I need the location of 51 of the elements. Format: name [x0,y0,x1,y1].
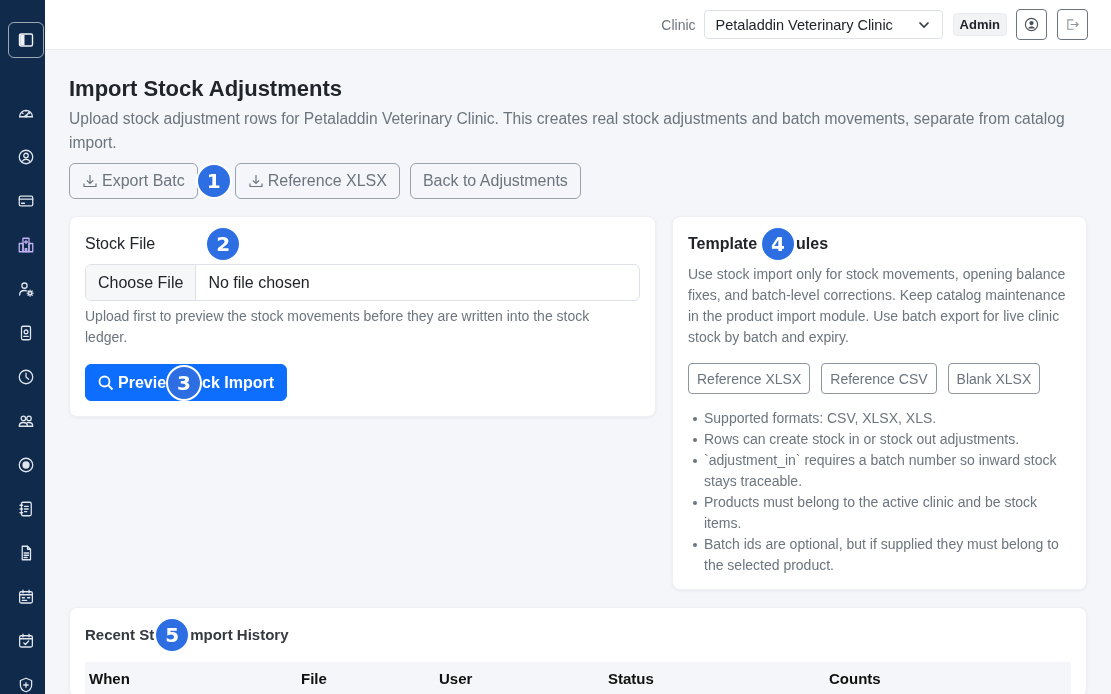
profile-button[interactable] [1016,9,1047,40]
template-download-button[interactable]: Reference XLSX [688,363,811,394]
column-header: File [301,669,328,689]
bullet-icon [693,438,697,442]
rule-text: Supported formats: CSV, XLSX, XLS. [704,409,938,428]
rule-text: Products must belong to the active clinic and be stock items. [704,493,1039,533]
column-header: Counts [829,669,882,689]
page-description: Upload stock adjustment rows for Petaladdin Veterinary Clinic. This creates real stock adjustments and batch movements, separate from catalog import. [69,109,1066,153]
annotation-marker: 2 [205,226,242,262]
bullet-icon [693,501,697,505]
column-header: When [89,669,131,689]
choose-file-button[interactable]: Choose File [86,265,197,300]
card-title: mport History [190,625,289,645]
card-title: ules [796,234,829,254]
action-button[interactable]: Export Batc [69,163,198,199]
card-description: Use stock import only for stock movements, opening balance fixes, and batch-level corrections. Keep catalog maintenance in the product import module. Use batch export for live clinic stock by batch and expiry. [688,265,1067,347]
role-badge: Admin [952,13,1007,36]
clinic-label: Clinic [661,16,696,33]
box-arrow-right-icon [1065,17,1080,32]
clinic-select[interactable]: Petaladdin Veterinary Clinic [703,10,943,39]
bullet-icon [693,459,697,463]
preview-button[interactable]: Previe 3 ck Import [85,364,288,401]
download-icon [82,173,98,189]
template-download-button[interactable]: Blank XLSX [947,363,1041,394]
sidebar-toggle-button[interactable] [8,22,44,58]
help-text: Upload first to preview the stock movements before they are written into the stock ledger. [85,307,591,347]
action-button[interactable]: Reference XLSX [234,163,400,199]
annotation-marker: 3 [166,364,203,401]
rule-text: Rows can create stock in or stock out adjustments. [704,430,1021,449]
template-download-button[interactable]: Reference CSV [821,363,937,394]
action-button[interactable]: Back to Adjustments [409,163,581,199]
panel-left-icon [18,32,34,48]
person-circle-icon [1024,17,1039,32]
page-title: Import Stock Adjustments [69,75,343,103]
file-input[interactable]: Choose File No file chosen [85,264,640,301]
rule-text: `adjustment_in` requires a batch number so inward stock stays traceable. [704,451,1058,491]
search-icon [98,374,114,391]
chevron-down-icon [917,20,930,29]
column-header: Status [608,669,655,689]
annotation-marker: 4 [760,226,797,262]
bullet-icon [693,543,697,547]
logout-button[interactable] [1057,9,1088,40]
bullet-icon [693,417,697,421]
annotation-marker: 1 [195,163,232,199]
field-label: Stock File [85,234,156,254]
annotation-marker: 5 [154,617,191,653]
column-header: User [439,669,474,689]
rule-text: Batch ids are optional, but if supplied they must belong to the selected product. [704,535,1060,575]
card-title: Recent St [85,625,155,645]
card-title: Template [688,234,758,254]
download-icon [247,173,264,189]
